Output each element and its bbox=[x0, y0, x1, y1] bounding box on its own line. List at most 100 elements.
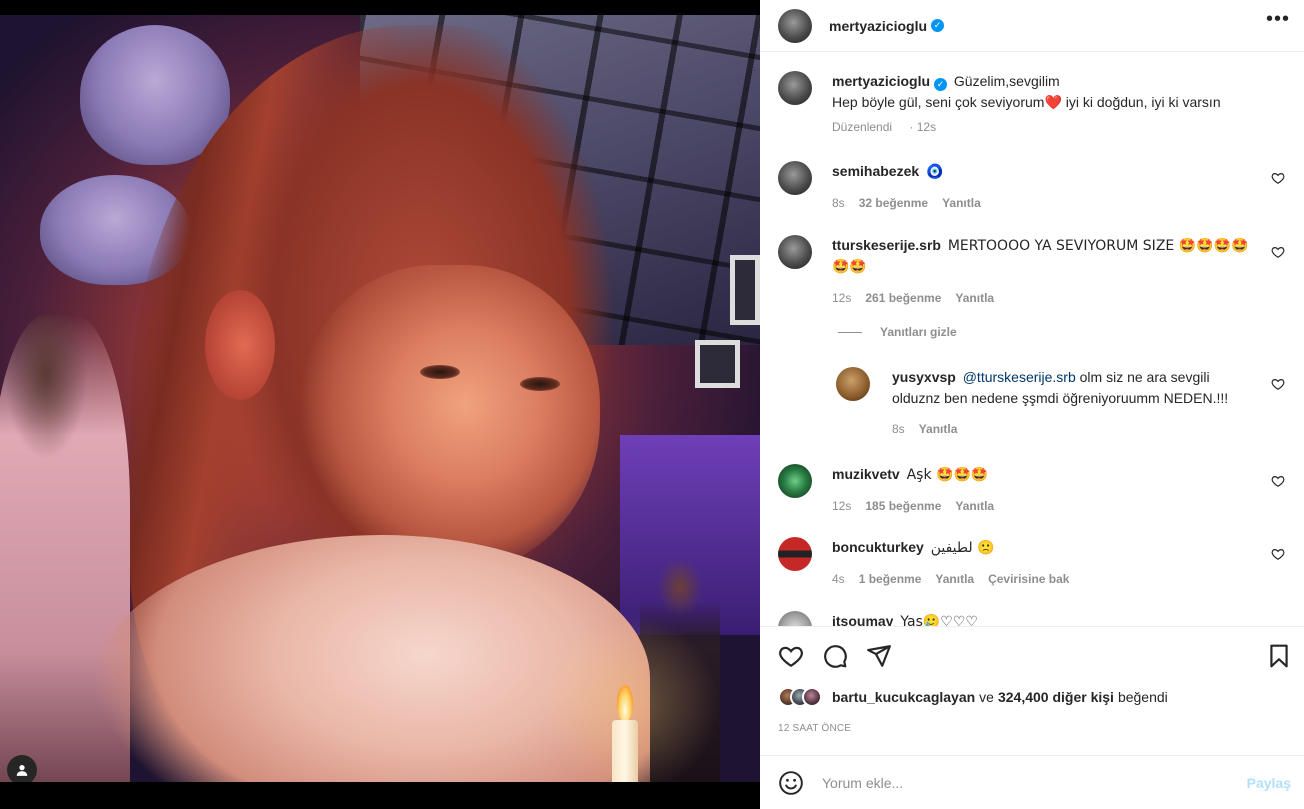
comment-like-button[interactable] bbox=[1271, 245, 1285, 259]
comment-like-button[interactable] bbox=[1271, 171, 1285, 185]
post-timestamp[interactable]: 12 SAAT ÖNCE bbox=[778, 723, 851, 734]
comments-list[interactable]: mertyazicioglu ✓ Güzelim,sevgilim Hep böy… bbox=[760, 53, 1304, 626]
send-icon bbox=[867, 645, 891, 667]
media-candle bbox=[612, 720, 638, 782]
like-button[interactable] bbox=[778, 643, 804, 669]
avatar bbox=[802, 687, 822, 707]
reply-button[interactable]: Yanıtla bbox=[935, 569, 974, 590]
user-tag-button[interactable] bbox=[7, 755, 37, 782]
heart-icon bbox=[1271, 173, 1285, 184]
comment-likes[interactable]: 1 beğenme bbox=[859, 569, 922, 590]
comment: itsoumay Yas🥲♡♡♡ bbox=[778, 611, 1293, 626]
heart-emoji: ❤️ bbox=[1044, 95, 1062, 111]
bookmark-icon bbox=[1270, 644, 1288, 668]
heart-icon bbox=[1271, 379, 1285, 390]
post-panel: mertyazicioglu ✓ ••• mertyazicioglu ✓ Güz… bbox=[760, 0, 1304, 809]
divider bbox=[838, 331, 862, 333]
comment-likes[interactable]: 32 beğenme bbox=[859, 193, 928, 214]
heart-icon bbox=[1271, 549, 1285, 560]
commenter-avatar[interactable] bbox=[778, 235, 812, 269]
heart-icon bbox=[1271, 247, 1285, 258]
comment-time[interactable]: 8s bbox=[892, 419, 905, 440]
reply-button[interactable]: Yanıtla bbox=[942, 193, 981, 214]
comment-username[interactable]: itsoumay bbox=[832, 613, 893, 626]
comment-text: Aşk 🤩🤩🤩 bbox=[906, 467, 989, 483]
caption-text: Güzelim,sevgilim bbox=[953, 73, 1060, 89]
caption-text: iyi ki doğdun, iyi ki varsın bbox=[1061, 94, 1221, 110]
reply-button[interactable]: Yanıtla bbox=[955, 288, 994, 309]
comment-username[interactable]: yusyxvsp bbox=[892, 369, 956, 385]
caption-username[interactable]: mertyazicioglu bbox=[832, 73, 930, 89]
save-button[interactable] bbox=[1266, 643, 1292, 669]
commenter-avatar[interactable] bbox=[778, 464, 812, 498]
reply-comment: yusyxvsp @tturskeserije.srb olm siz ne a… bbox=[836, 367, 1293, 440]
media-frame bbox=[730, 255, 760, 325]
translate-button[interactable]: Çevirisine bak bbox=[988, 569, 1069, 590]
comment-like-button[interactable] bbox=[1271, 547, 1285, 561]
author-username[interactable]: mertyazicioglu bbox=[829, 18, 927, 34]
user-tag-icon bbox=[16, 765, 28, 776]
emoji-button[interactable] bbox=[778, 770, 804, 796]
comment-likes[interactable]: 261 beğenme bbox=[865, 288, 941, 309]
comment-username[interactable]: tturskeserije.srb bbox=[832, 237, 941, 253]
comment: semihabezek 🧿 8s 32 beğenme Yanıtla bbox=[778, 161, 1293, 214]
post-comment-button[interactable]: Paylaş bbox=[1247, 775, 1291, 791]
heart-icon bbox=[779, 646, 803, 668]
more-horizontal-icon: ••• bbox=[1265, 8, 1290, 30]
comment-text: 🧿 bbox=[926, 164, 944, 180]
likes-count[interactable]: 324,400 diğer kişi bbox=[998, 689, 1114, 705]
comment-time[interactable]: 4s bbox=[832, 569, 845, 590]
add-comment-bar: Paylaş bbox=[760, 755, 1304, 809]
share-button[interactable] bbox=[866, 643, 892, 669]
comment-time[interactable]: 12s bbox=[832, 288, 851, 309]
mention-link[interactable]: @tturskeserije.srb bbox=[963, 369, 1076, 385]
comment-button[interactable] bbox=[822, 643, 848, 669]
heart-icon bbox=[1271, 476, 1285, 487]
comment: muzikvetv Aşk 🤩🤩🤩 12s 185 beğenme Yanıtl… bbox=[778, 464, 1293, 517]
post-media[interactable] bbox=[0, 15, 760, 782]
comment-like-button[interactable] bbox=[1271, 474, 1285, 488]
author-avatar[interactable] bbox=[778, 71, 812, 105]
post-actions bbox=[760, 626, 1304, 682]
media-frame bbox=[695, 340, 740, 388]
verified-badge-icon: ✓ bbox=[931, 19, 945, 32]
comment-time[interactable]: 8s bbox=[832, 193, 845, 214]
comment-likes[interactable]: 185 beğenme bbox=[865, 496, 941, 517]
comment-text: MERTOOOO YA SEVIYORUM SIZE 🤩🤩🤩🤩 bbox=[947, 238, 1249, 254]
edited-label: Düzenlendi · 12s bbox=[832, 120, 937, 134]
liker-avatars[interactable] bbox=[778, 687, 822, 707]
commenter-avatar[interactable] bbox=[778, 611, 812, 626]
commenter-avatar[interactable] bbox=[836, 367, 870, 401]
likes-suffix: beğendi bbox=[1117, 689, 1168, 705]
liker-username[interactable]: bartu_kucukcaglayan bbox=[832, 689, 975, 705]
comment: boncukturkey لطيفين 🙁 4s 1 beğenme Yanıt… bbox=[778, 537, 1293, 590]
reply-button[interactable]: Yanıtla bbox=[919, 419, 958, 440]
comment-text: olm siz ne ara sevgili bbox=[1075, 369, 1210, 385]
likes-and: ve bbox=[979, 689, 994, 705]
media-subject-ear bbox=[205, 290, 275, 400]
comment-text: لطيفين 🙁 bbox=[930, 540, 995, 556]
media-candle-flame bbox=[617, 685, 633, 721]
media-subject-eye bbox=[420, 365, 460, 379]
likes-summary: bartu_kucukcaglayan ve 324,400 diğer kiş… bbox=[778, 687, 1168, 707]
verified-badge-icon: ✓ bbox=[934, 78, 948, 91]
commenter-avatar[interactable] bbox=[778, 161, 812, 195]
media-subject-eye bbox=[520, 377, 560, 391]
comment-username[interactable]: muzikvetv bbox=[832, 466, 900, 482]
comment-username[interactable]: semihabezek bbox=[832, 163, 919, 179]
comment-like-button[interactable] bbox=[1271, 377, 1285, 391]
commenter-avatar[interactable] bbox=[778, 537, 812, 571]
comment-username[interactable]: boncukturkey bbox=[832, 539, 924, 555]
caption: mertyazicioglu ✓ Güzelim,sevgilim Hep böy… bbox=[778, 71, 1293, 138]
comment-icon bbox=[824, 645, 847, 668]
hide-replies-button[interactable]: Yanıtları gizle bbox=[838, 325, 957, 339]
comment-time[interactable]: 12s bbox=[832, 496, 851, 517]
comment-text: 🤩🤩 bbox=[832, 259, 867, 275]
comment: tturskeserije.srb MERTOOOO YA SEVIYORUM … bbox=[778, 235, 1293, 309]
comment-input[interactable] bbox=[822, 774, 1222, 791]
author-avatar[interactable] bbox=[778, 8, 812, 43]
post-header: mertyazicioglu ✓ ••• bbox=[760, 0, 1304, 52]
more-options-button[interactable]: ••• bbox=[1266, 8, 1290, 31]
reply-button[interactable]: Yanıtla bbox=[955, 496, 994, 517]
comment-text: olduznz ben nedene şşmdi öğreniyoruumm N… bbox=[892, 390, 1229, 406]
